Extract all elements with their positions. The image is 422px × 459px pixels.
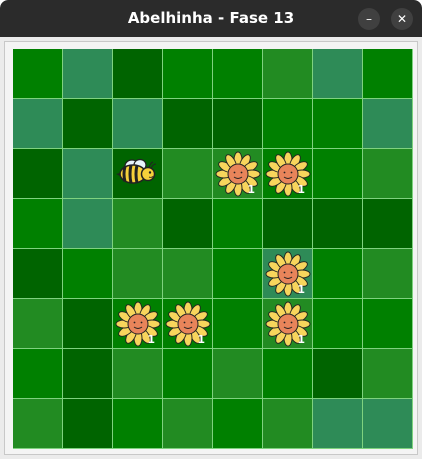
board-cell-r1-c3[interactable] [163,99,213,149]
board-cell-r0-c7[interactable] [363,49,413,99]
board-cell-r4-c1[interactable] [63,249,113,299]
minimize-button[interactable]: – [358,8,380,30]
board-cell-r3-c6[interactable] [313,199,363,249]
board-cell-r7-c5[interactable] [263,399,313,449]
board-cell-r2-c1[interactable] [63,149,113,199]
board-cell-r3-c3[interactable] [163,199,213,249]
board-cell-r2-c3[interactable] [163,149,213,199]
board-cell-r5-c5[interactable]: 1 [263,299,313,349]
board-cell-r2-c5[interactable]: 1 [263,149,313,199]
title-bar[interactable]: Abelhinha - Fase 13 – ✕ [0,0,422,37]
board-cell-r4-c3[interactable] [163,249,213,299]
board-cell-r1-c1[interactable] [63,99,113,149]
game-window: Abelhinha - Fase 13 – ✕ 1 1 1 1 1 1 [0,0,422,459]
board-cell-r3-c7[interactable] [363,199,413,249]
flower-nectar-count: 1 [147,333,155,346]
board-cell-r5-c4[interactable] [213,299,263,349]
board-cell-r0-c0[interactable] [13,49,63,99]
flower-nectar-count: 1 [297,183,305,196]
board-cell-r3-c0[interactable] [13,199,63,249]
board-cell-r4-c7[interactable] [363,249,413,299]
board-cell-r4-c2[interactable] [113,249,163,299]
sunflower-icon[interactable] [213,149,263,199]
sunflower-icon[interactable] [113,299,163,349]
flower-nectar-count: 1 [247,183,255,196]
board-cell-r2-c6[interactable] [313,149,363,199]
board-cell-r5-c1[interactable] [63,299,113,349]
board-cell-r0-c4[interactable] [213,49,263,99]
board-cell-r6-c7[interactable] [363,349,413,399]
board-cell-r3-c1[interactable] [63,199,113,249]
close-button[interactable]: ✕ [391,8,413,30]
board-cell-r6-c2[interactable] [113,349,163,399]
board-cell-r7-c0[interactable] [13,399,63,449]
board-cell-r3-c2[interactable] [113,199,163,249]
board-cell-r2-c2[interactable] [113,149,163,199]
board-cell-r0-c5[interactable] [263,49,313,99]
board-cell-r3-c4[interactable] [213,199,263,249]
flower-nectar-count: 1 [297,333,305,346]
board-cell-r0-c2[interactable] [113,49,163,99]
board-cell-r4-c5[interactable]: 1 [263,249,313,299]
board-cell-r0-c1[interactable] [63,49,113,99]
board-cell-r1-c5[interactable] [263,99,313,149]
board-cell-r5-c0[interactable] [13,299,63,349]
board-cell-r1-c4[interactable] [213,99,263,149]
board-cell-r5-c3[interactable]: 1 [163,299,213,349]
board-cell-r6-c5[interactable] [263,349,313,399]
board-cell-r6-c3[interactable] [163,349,213,399]
board-cell-r7-c3[interactable] [163,399,213,449]
board-cell-r1-c6[interactable] [313,99,363,149]
board-cell-r0-c3[interactable] [163,49,213,99]
board-cell-r7-c4[interactable] [213,399,263,449]
board-cell-r4-c4[interactable] [213,249,263,299]
board-cell-r2-c0[interactable] [13,149,63,199]
board-cell-r7-c2[interactable] [113,399,163,449]
board-cell-r5-c2[interactable]: 1 [113,299,163,349]
sunflower-icon[interactable] [263,249,313,299]
board-cell-r5-c6[interactable] [313,299,363,349]
board-cell-r6-c0[interactable] [13,349,63,399]
board-cell-r5-c7[interactable] [363,299,413,349]
board-cell-r1-c2[interactable] [113,99,163,149]
board-cell-r7-c1[interactable] [63,399,113,449]
sunflower-icon[interactable] [263,149,313,199]
flower-nectar-count: 1 [297,283,305,296]
board-cell-r4-c6[interactable] [313,249,363,299]
board-cell-r7-c6[interactable] [313,399,363,449]
board-cell-r2-c7[interactable] [363,149,413,199]
board-cell-r2-c4[interactable]: 1 [213,149,263,199]
board-cell-r7-c7[interactable] [363,399,413,449]
board-cell-r1-c7[interactable] [363,99,413,149]
flower-nectar-count: 1 [197,333,205,346]
sunflower-icon[interactable] [263,299,313,349]
board-cell-r6-c1[interactable] [63,349,113,399]
board-cell-r3-c5[interactable] [263,199,313,249]
sunflower-icon[interactable] [163,299,213,349]
board-cell-r4-c0[interactable] [13,249,63,299]
board-cell-r6-c4[interactable] [213,349,263,399]
board-cell-r6-c6[interactable] [313,349,363,399]
board-cell-r0-c6[interactable] [313,49,363,99]
game-board: 1 1 1 1 1 1 [13,49,413,449]
bee-icon[interactable] [113,149,163,199]
board-cell-r1-c0[interactable] [13,99,63,149]
